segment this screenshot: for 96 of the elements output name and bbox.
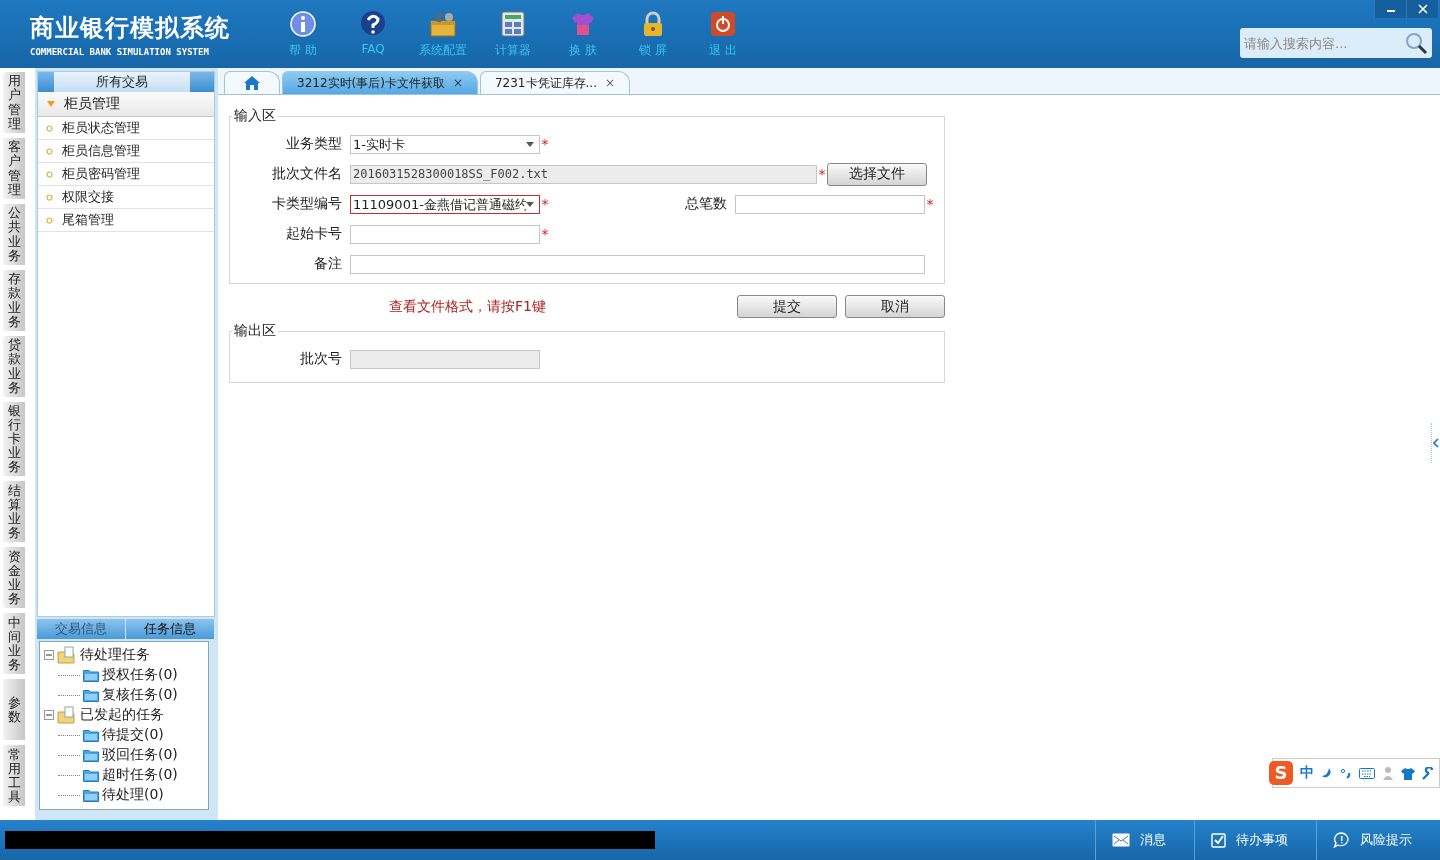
speech-bubble-icon xyxy=(1333,832,1350,848)
tree-node[interactable]: 驳回任务(0) xyxy=(102,746,178,764)
side-tab[interactable]: 用户管理 xyxy=(3,72,25,133)
bullet-icon xyxy=(46,193,53,201)
folder-icon xyxy=(83,728,99,742)
field-label: 备注 xyxy=(313,255,342,273)
folder-icon xyxy=(83,668,99,682)
tree-node[interactable]: 待处理(0) xyxy=(102,786,164,804)
dropdown-icon xyxy=(526,141,534,147)
tree-node[interactable]: 复核任务(0) xyxy=(102,686,178,704)
tree-node[interactable]: 授权任务(0) xyxy=(102,666,178,684)
menu-item[interactable]: 柜员密码管理 xyxy=(38,163,214,186)
field-label: 起始卡号 xyxy=(285,225,342,243)
field-label: 批次号 xyxy=(299,350,342,368)
help-icon xyxy=(359,9,387,38)
punctuation-icon[interactable] xyxy=(1340,767,1352,779)
bullet-icon xyxy=(46,170,53,178)
tree-node[interactable]: 超时任务(0) xyxy=(102,766,178,784)
side-tab[interactable]: 客户管理 xyxy=(3,138,25,199)
folder-document-icon xyxy=(57,706,77,724)
field-label: 业务类型 xyxy=(285,135,342,153)
status-button[interactable]: 待办事项 xyxy=(1194,820,1316,860)
select-field[interactable]: 11109001-金燕借记普通磁约 xyxy=(350,194,540,214)
hint-text: 查看文件格式，请按F1键 xyxy=(389,297,546,316)
close-tab-icon[interactable]: × xyxy=(604,76,615,90)
folder-icon xyxy=(83,788,99,802)
search-field[interactable]: 请输入搜索内容... xyxy=(1240,28,1432,58)
folder-icon xyxy=(83,768,99,782)
menu-item[interactable]: 柜员状态管理 xyxy=(38,117,214,140)
action-button[interactable]: 取消 xyxy=(845,295,945,318)
tree-node[interactable]: 已发起的任务 xyxy=(80,706,164,724)
required-mark: * xyxy=(817,166,827,182)
tree-node[interactable]: 待提交(0) xyxy=(102,726,164,744)
app-title: 商业银行模拟系统 xyxy=(30,12,231,44)
input-mode[interactable]: 中 xyxy=(1300,764,1314,782)
tab[interactable]: 3212实时(事后)卡文件获取 × xyxy=(282,71,478,94)
power-icon xyxy=(709,9,737,38)
text-field[interactable] xyxy=(350,224,540,244)
side-tab[interactable]: 参数 xyxy=(3,679,25,741)
choose-file-button[interactable]: 选择文件 xyxy=(827,162,927,186)
shirt-icon[interactable] xyxy=(1401,766,1415,780)
app-subtitle: COMMERCIAL BANK SIMULATION SYSTEM xyxy=(30,46,210,57)
checkbox-icon xyxy=(1211,832,1226,848)
menu-item[interactable]: 柜员信息管理 xyxy=(38,140,214,163)
keyboard-icon[interactable] xyxy=(1359,767,1375,779)
status-button[interactable]: 消息 xyxy=(1095,820,1194,860)
close-tab-icon[interactable]: × xyxy=(452,76,463,90)
text-field[interactable] xyxy=(735,194,925,214)
folder-icon xyxy=(83,688,99,702)
field-label: 批次文件名 xyxy=(271,165,342,183)
side-tab[interactable]: 结算业务 xyxy=(3,481,25,543)
bullet-icon xyxy=(46,216,53,224)
side-tab[interactable]: 银行卡业务 xyxy=(3,402,25,477)
bullet-icon xyxy=(46,124,53,132)
menu-group[interactable]: 柜员管理 xyxy=(38,92,214,117)
dropdown-icon xyxy=(526,201,534,207)
bullet-icon xyxy=(46,147,53,155)
field-label: 卡类型编号 xyxy=(271,195,342,213)
info-icon xyxy=(289,9,317,38)
panel-header: 所有交易 xyxy=(54,72,190,92)
side-tab[interactable]: 资金业务 xyxy=(3,547,25,609)
moon-icon[interactable] xyxy=(1321,767,1333,779)
folder-icon xyxy=(83,748,99,762)
field-label: 总笔数 xyxy=(684,195,727,213)
calculator-icon xyxy=(499,9,527,38)
menu-item[interactable]: 权限交接 xyxy=(38,186,214,209)
menu-item[interactable]: 尾箱管理 xyxy=(38,209,214,232)
area-title: 输入区 xyxy=(233,107,277,125)
side-tab[interactable]: 贷款业务 xyxy=(3,336,25,397)
status-button[interactable]: 风险提示 xyxy=(1316,820,1440,860)
side-tab[interactable]: 公共业务 xyxy=(3,204,25,265)
required-mark: * xyxy=(540,136,550,152)
tab[interactable] xyxy=(224,71,280,94)
side-tab[interactable]: 中间业务 xyxy=(3,613,25,675)
panel-tab[interactable]: 任务信息 xyxy=(126,619,215,639)
required-mark: * xyxy=(925,196,935,212)
area-title: 输出区 xyxy=(233,322,277,340)
tree-node[interactable]: 待处理任务 xyxy=(80,646,150,664)
group-label: 柜员管理 xyxy=(64,95,120,113)
text-field[interactable] xyxy=(350,254,925,274)
close-icon xyxy=(1417,4,1428,14)
search-icon xyxy=(1404,31,1428,55)
select-field[interactable]: 1-实时卡 xyxy=(350,134,540,154)
home-icon xyxy=(243,75,261,91)
action-button[interactable]: 提交 xyxy=(737,295,837,318)
collapse-toggle-icon[interactable] xyxy=(44,650,54,660)
chevron-left-icon xyxy=(1433,438,1439,448)
folder-document-icon xyxy=(57,646,77,664)
required-mark: * xyxy=(540,226,550,242)
required-mark: * xyxy=(540,196,550,212)
collapse-toggle-icon[interactable] xyxy=(44,710,54,720)
tab[interactable]: 7231卡凭证库存... × xyxy=(479,71,630,94)
side-tab[interactable]: 存款业务 xyxy=(3,270,25,331)
envelope-icon xyxy=(1112,833,1130,847)
side-tab[interactable]: 常用工具 xyxy=(3,745,25,807)
wrench-icon[interactable] xyxy=(1422,766,1435,780)
